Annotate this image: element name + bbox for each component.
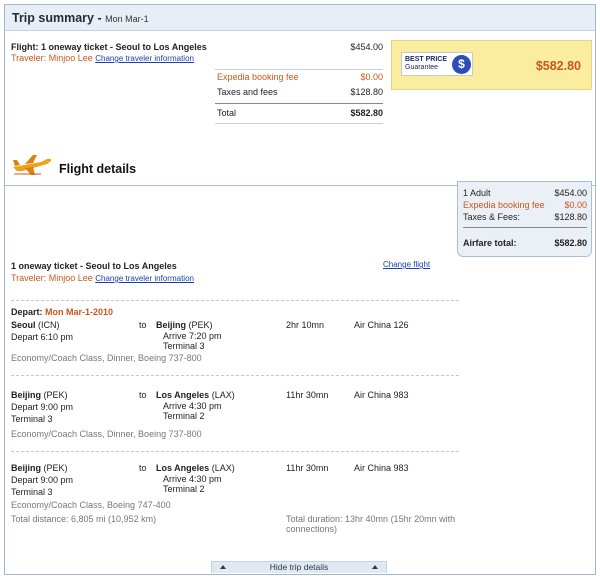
segment-flight-number: Air China 983 (354, 390, 409, 400)
flight-details-title: Flight details (59, 162, 137, 176)
to-label: to (139, 390, 147, 400)
booking-fee-label: Expedia booking fee (217, 72, 299, 82)
trip-summary-title: Trip summary - Mon Mar-1 (12, 11, 149, 25)
segment-from-city: Beijing (11, 463, 42, 473)
divider (215, 103, 383, 104)
best-price-box: BEST PRICE Guarantee $ $582.80 (391, 40, 592, 90)
triangle-up-icon (220, 565, 226, 569)
airfare-fee-row: Expedia booking fee $0.00 (463, 200, 587, 210)
airfare-total-row: Airfare total: $582.80 (463, 238, 587, 248)
total-value: $582.80 (350, 108, 383, 118)
total-label: Total (217, 108, 237, 118)
segment-to-city: Los Angeles (156, 463, 210, 473)
divider (463, 227, 587, 228)
airplane-icon (13, 155, 52, 175)
change-traveler-link[interactable]: Change traveler information (95, 274, 194, 283)
segment-to-city: Beijing (156, 320, 187, 330)
ticket-description: 1 oneway ticket - Seoul to Los Angeles (11, 261, 177, 271)
triangle-up-icon (372, 565, 378, 569)
segment-depart-terminal: Terminal 3 (11, 414, 53, 424)
taxes-label: Taxes and fees (217, 87, 278, 97)
divider (11, 375, 459, 376)
segment-duration: 11hr 30mn (286, 463, 329, 473)
change-flight-link[interactable]: Change flight (383, 260, 430, 269)
flight-summary-line: Flight: 1 oneway ticket - Seoul to Los A… (11, 42, 207, 52)
segment-from-city: Seoul (11, 320, 36, 330)
traveler-summary-line: Traveler: Minjoo Lee Change traveler inf… (11, 53, 194, 63)
depart-line: Depart: Mon Mar-1-2010 (11, 307, 114, 317)
segment-to-code: (LAX) (211, 390, 235, 400)
segment-arrive-time: Arrive 4:30 pm (163, 401, 222, 411)
change-traveler-link[interactable]: Change traveler information (95, 54, 194, 63)
segment-cabin-info: Economy/Coach Class, Boeing 747-400 (11, 500, 171, 510)
total-duration-cont: connections) (286, 524, 338, 534)
to-label: to (139, 320, 147, 330)
best-price-badge-icon[interactable]: BEST PRICE Guarantee $ (401, 52, 473, 76)
segment-arrive-terminal: Terminal 2 (163, 411, 205, 421)
segment-arrive-time: Arrive 7:20 pm (163, 331, 222, 341)
traveler-name: Minjoo Lee (48, 53, 93, 63)
flight-price: $454.00 (350, 42, 383, 52)
segment-depart-time: Depart 9:00 pm (11, 402, 74, 412)
segment-from-city: Beijing (11, 390, 42, 400)
segment-arrive-terminal: Terminal 3 (163, 341, 205, 351)
segment-arrive-time: Arrive 4:30 pm (163, 474, 222, 484)
segment-duration: 2hr 10mn (286, 320, 325, 330)
traveler-name: Minjoo Lee (48, 273, 93, 283)
divider (215, 69, 383, 70)
segment-duration: 11hr 30mn (286, 390, 329, 400)
segment-from-code: (PEK) (43, 390, 68, 400)
taxes-value: $128.80 (350, 87, 383, 97)
segment-from-code: (ICN) (38, 320, 60, 330)
total-duration: Total duration: 13hr 40mn (15hr 20mn wit… (286, 514, 456, 524)
segment-cabin-info: Economy/Coach Class, Dinner, Boeing 737-… (11, 429, 202, 439)
segment-depart-time: Depart 6:10 pm (11, 332, 74, 342)
dollar-icon: $ (452, 55, 471, 74)
airfare-taxes-row: Taxes & Fees: $128.80 (463, 212, 587, 222)
total-distance: Total distance: 6,805 mi (10,952 km) (11, 514, 157, 524)
trip-summary-panel: Trip summary - Mon Mar-1 Flight: 1 onewa… (4, 4, 596, 575)
segment-cabin-info: Economy/Coach Class, Dinner, Boeing 737-… (11, 353, 202, 363)
airfare-adult-row: 1 Adult $454.00 (463, 188, 587, 198)
segment-to-city: Los Angeles (156, 390, 210, 400)
airfare-breakdown-box: 1 Adult $454.00 Expedia booking fee $0.0… (457, 181, 592, 257)
booking-fee-value: $0.00 (360, 72, 383, 82)
traveler-detail-line: Traveler: Minjoo Lee Change traveler inf… (11, 273, 194, 283)
hide-trip-details-button[interactable]: Hide trip details (211, 561, 387, 573)
segment-to-code: (LAX) (211, 463, 235, 473)
best-price-amount: $582.80 (535, 59, 581, 73)
segment-from-code: (PEK) (43, 463, 68, 473)
segment-arrive-terminal: Terminal 2 (163, 484, 205, 494)
trip-summary-header: Trip summary - Mon Mar-1 (5, 5, 595, 31)
to-label: to (139, 463, 147, 473)
segment-flight-number: Air China 983 (354, 463, 409, 473)
segment-depart-terminal: Terminal 3 (11, 487, 53, 497)
flight-description: 1 oneway ticket - Seoul to Los Angeles (41, 42, 207, 52)
divider (11, 451, 459, 452)
divider (215, 123, 383, 124)
trip-date: Mon Mar-1 (105, 14, 149, 24)
divider (11, 300, 459, 301)
depart-date: Mon Mar-1-2010 (45, 307, 114, 317)
segment-flight-number: Air China 126 (354, 320, 409, 330)
segment-depart-time: Depart 9:00 pm (11, 475, 74, 485)
segment-to-code: (PEK) (188, 320, 213, 330)
